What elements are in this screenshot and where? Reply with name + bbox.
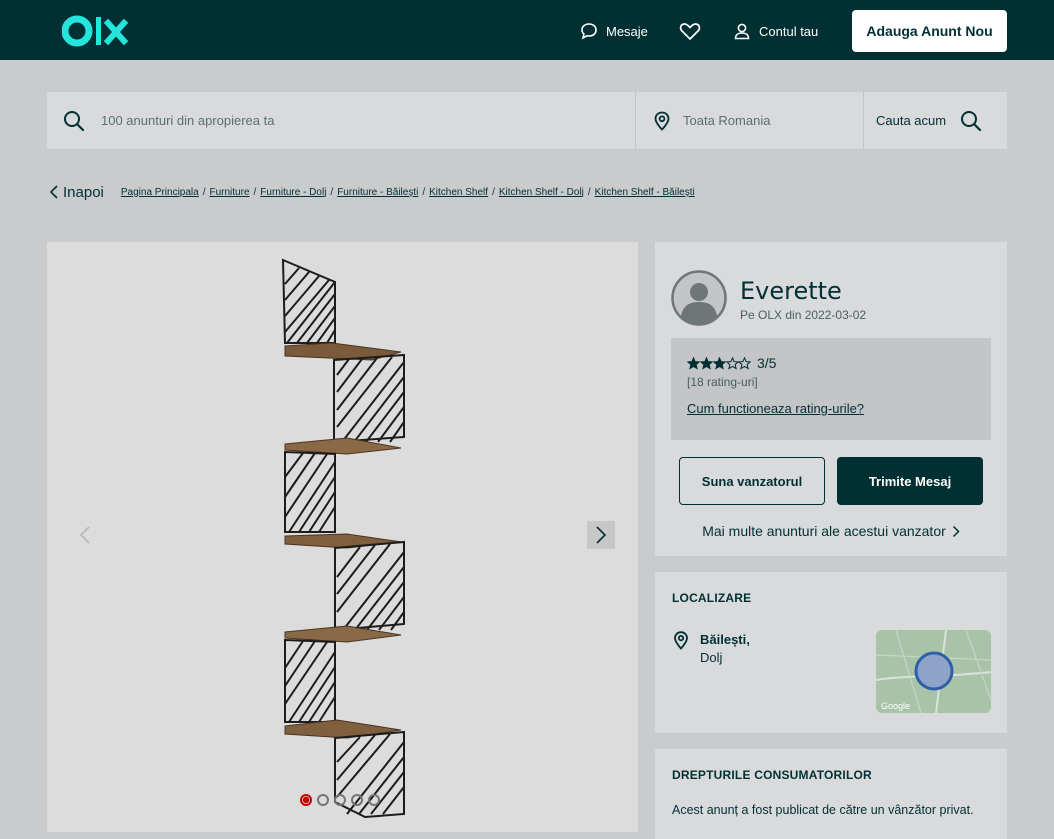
breadcrumb-item[interactable]: Furniture xyxy=(209,187,249,198)
chevron-right-icon xyxy=(596,526,607,544)
location-map[interactable]: Google xyxy=(876,630,991,713)
search-bar: 100 anunturi din apropierea ta Toata Rom… xyxy=(47,92,1007,149)
breadcrumb-item[interactable]: Furniture - Băilești xyxy=(337,187,418,198)
map-graphic: Google xyxy=(876,630,991,713)
gallery-dot[interactable] xyxy=(351,794,363,806)
account-link[interactable]: Contul tau xyxy=(733,20,818,42)
search-icon xyxy=(64,110,85,131)
map-attribution: Google xyxy=(881,701,910,711)
more-seller-ads-label: Mai multe anunturi ale acestui vanzator xyxy=(702,523,946,539)
location-pin-icon xyxy=(654,111,670,131)
consumer-rights-title: DREPTURILE CONSUMATORILOR xyxy=(672,768,872,782)
breadcrumb-separator: / xyxy=(492,186,495,198)
gallery-dot[interactable] xyxy=(368,794,380,806)
rating-summary: 3/5 xyxy=(687,355,776,371)
messages-label: Mesaje xyxy=(606,23,648,39)
breadcrumb-item[interactable]: Kitchen Shelf - Băilești xyxy=(595,187,695,198)
back-label: Inapoi xyxy=(63,183,104,201)
chevron-left-icon xyxy=(79,526,90,544)
gallery-prev-button[interactable] xyxy=(71,521,99,549)
gallery-next-button[interactable] xyxy=(587,521,615,549)
back-link[interactable]: Inapoi xyxy=(49,184,104,201)
breadcrumb-separator: / xyxy=(587,186,591,198)
gallery-pagination xyxy=(300,794,380,806)
messages-link[interactable]: Mesaje xyxy=(580,20,648,42)
breadcrumb-trail: Pagina Principala / Furniture / Furnitur… xyxy=(121,187,695,198)
location-title: LOCALIZARE xyxy=(672,591,752,605)
location-input[interactable]: Toata Romania xyxy=(683,113,770,128)
search-submit-button[interactable]: Cauta acum xyxy=(864,92,1007,149)
rating-value: 3/5 xyxy=(757,355,777,371)
search-submit-icon xyxy=(961,110,982,131)
corner-shelf-image[interactable] xyxy=(47,242,638,832)
avatar xyxy=(671,270,727,326)
more-seller-ads-link[interactable]: Mai multe anunturi ale acestui vanzator xyxy=(655,521,1007,541)
chevron-left-icon xyxy=(49,185,58,199)
gallery-dot[interactable] xyxy=(300,794,312,806)
breadcrumb-item[interactable]: Furniture - Dolj xyxy=(260,187,326,198)
rating-box: 3/5 [18 rating-uri] Cum functioneaza rat… xyxy=(671,338,991,440)
breadcrumb-separator: / xyxy=(253,186,257,198)
call-seller-button[interactable]: Suna vanzatorul xyxy=(679,457,825,505)
breadcrumb-separator: / xyxy=(330,186,334,198)
favorites-link[interactable] xyxy=(679,20,701,42)
top-header: Mesaje Contul tau Adauga Anunt Nou xyxy=(0,0,1054,60)
seller-name: Everette xyxy=(740,277,842,305)
breadcrumb-item[interactable]: Kitchen Shelf - Dolj xyxy=(499,187,584,198)
location-city: Băilești, xyxy=(700,632,750,647)
account-label: Contul tau xyxy=(759,23,819,39)
chat-bubble-icon xyxy=(581,23,597,40)
location-field[interactable]: Toata Romania xyxy=(636,92,864,149)
consumer-rights-text: Acest anunț a fost publicat de către un … xyxy=(672,803,974,817)
search-submit-label: Cauta acum xyxy=(876,113,947,128)
image-gallery xyxy=(47,242,638,832)
heart-icon xyxy=(679,23,701,41)
rating-stars-icon xyxy=(687,356,751,370)
gallery-dot[interactable] xyxy=(317,794,329,806)
breadcrumb-item[interactable]: Pagina Principala xyxy=(121,187,199,198)
search-query-field[interactable]: 100 anunturi din apropierea ta xyxy=(47,92,636,149)
olx-logo[interactable] xyxy=(62,14,132,48)
breadcrumb: Inapoi Pagina Principala / Furniture / F… xyxy=(49,182,695,202)
user-icon xyxy=(734,23,750,40)
breadcrumb-separator: / xyxy=(202,186,206,198)
rating-count: [18 rating-uri] xyxy=(687,375,758,389)
breadcrumb-item[interactable]: Kitchen Shelf xyxy=(429,187,488,198)
olx-logo-icon xyxy=(62,15,129,47)
breadcrumb-separator: / xyxy=(422,186,426,198)
location-pin-icon xyxy=(674,631,688,650)
search-input[interactable]: 100 anunturi din apropierea ta xyxy=(101,113,274,128)
rating-help-link[interactable]: Cum functioneaza rating-urile? xyxy=(687,401,864,416)
send-message-button[interactable]: Trimite Mesaj xyxy=(837,457,983,505)
add-listing-button[interactable]: Adauga Anunt Nou xyxy=(852,10,1007,52)
consumer-rights-panel xyxy=(655,749,1007,839)
gallery-dot[interactable] xyxy=(334,794,346,806)
location-county: Dolj xyxy=(700,650,723,665)
chevron-right-icon xyxy=(952,525,960,537)
seller-member-since: Pe OLX din 2022-03-02 xyxy=(740,308,867,322)
